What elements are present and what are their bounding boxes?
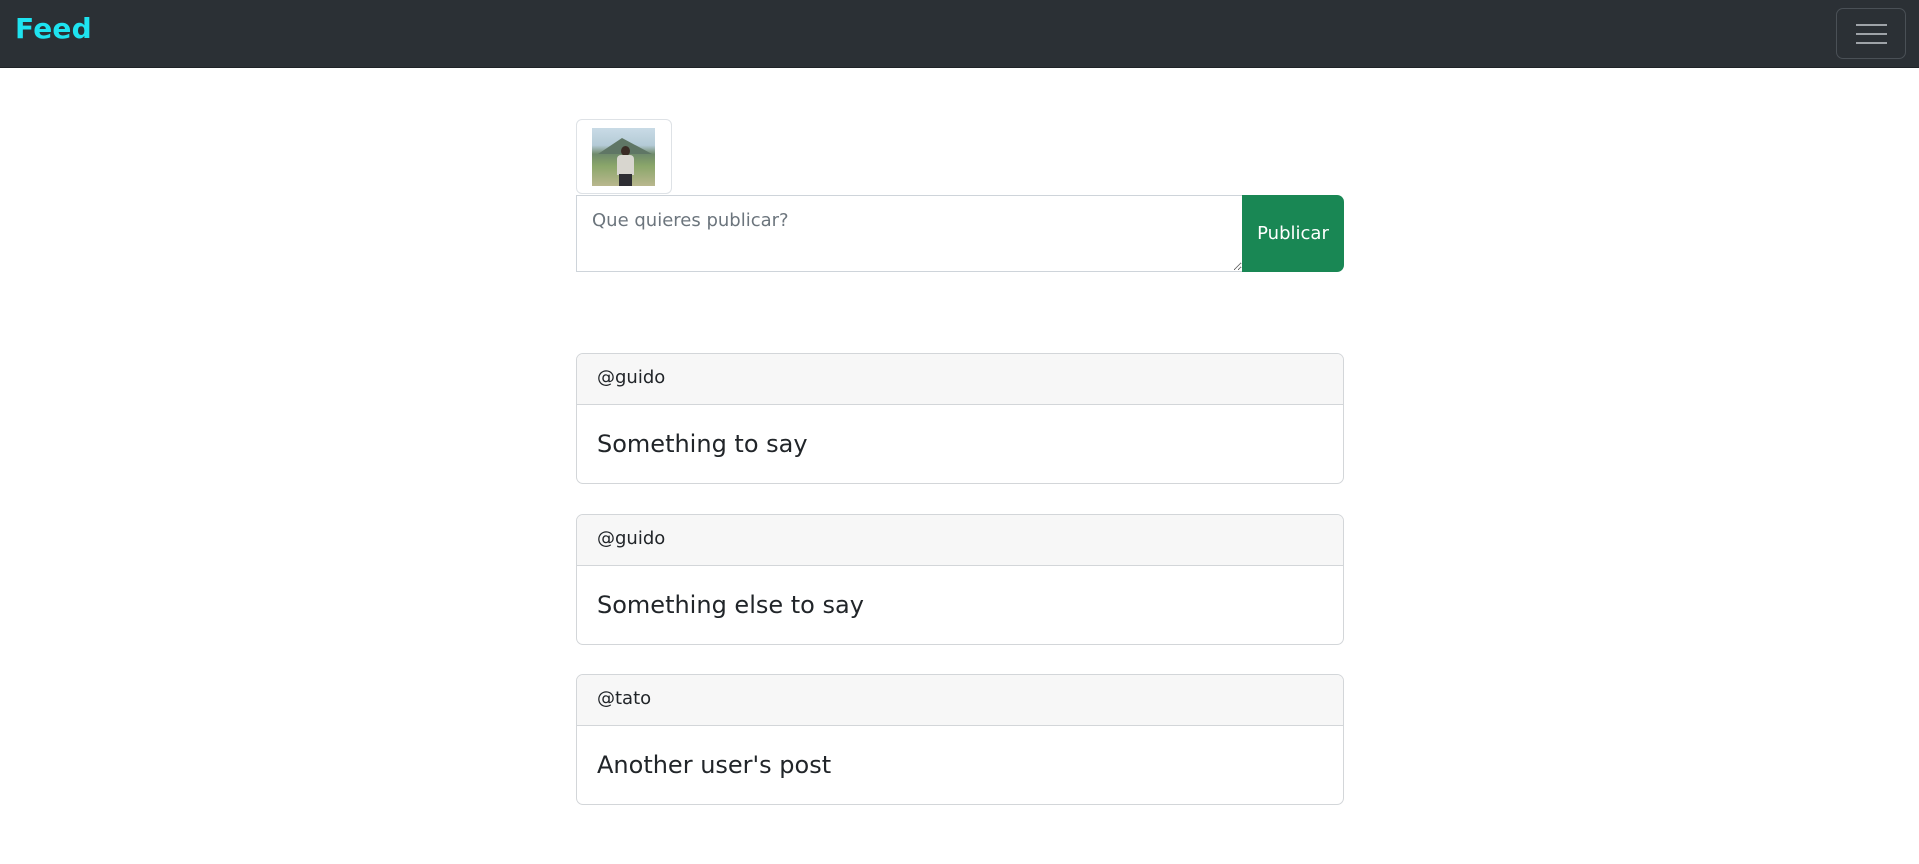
publish-button[interactable]: Publicar — [1242, 195, 1344, 272]
post-composer: Publicar — [576, 195, 1344, 272]
post-content: Something to say — [597, 430, 808, 458]
post-content: Something else to say — [597, 591, 864, 619]
avatar-thumbnail — [576, 119, 672, 194]
post-card: @guido Something else to say — [576, 514, 1344, 645]
brand-link[interactable]: Feed — [15, 12, 92, 45]
post-card: @tato Another user's post — [576, 674, 1344, 805]
top-navbar: Feed — [0, 0, 1919, 68]
post-content: Another user's post — [597, 751, 832, 779]
avatar — [592, 128, 655, 186]
post-username: @guido — [577, 515, 1343, 566]
navbar-toggler-button[interactable] — [1836, 8, 1906, 59]
post-card: @guido Something to say — [576, 353, 1344, 484]
post-username: @guido — [577, 354, 1343, 405]
post-username: @tato — [577, 675, 1343, 726]
post-textarea[interactable] — [576, 195, 1243, 272]
